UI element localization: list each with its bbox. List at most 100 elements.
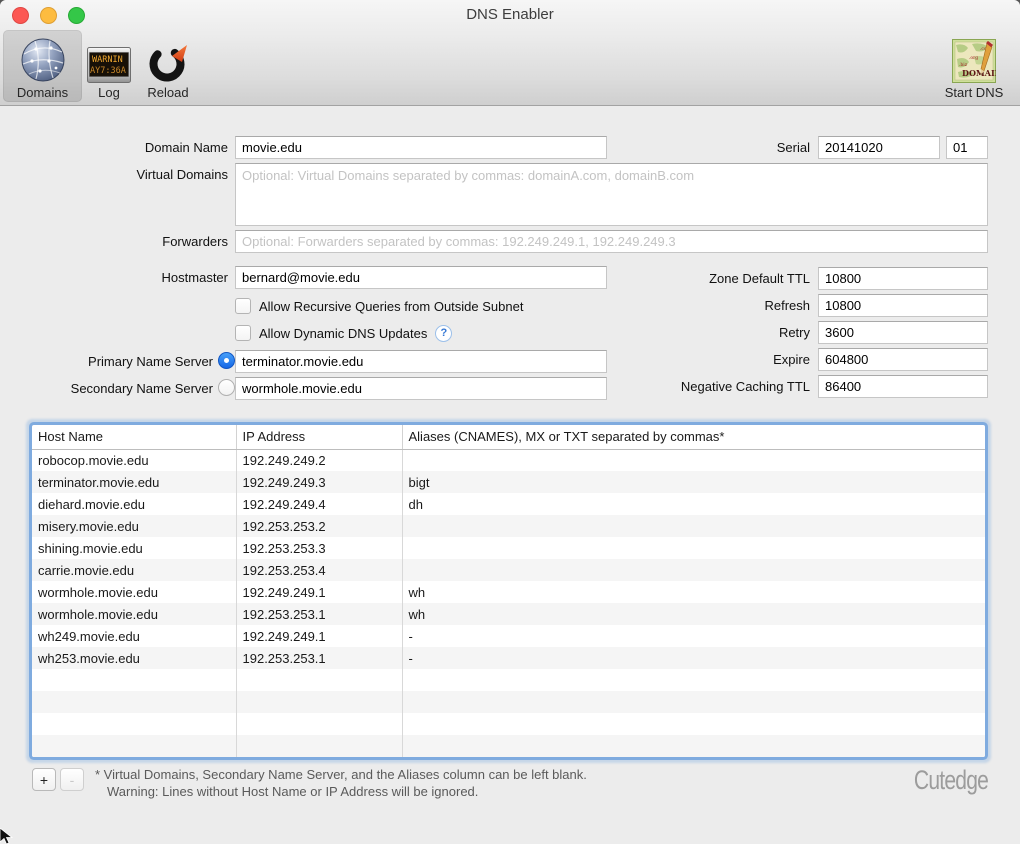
expire-input[interactable]: [818, 348, 988, 371]
table-cell[interactable]: [402, 735, 985, 757]
footnote-line1: * Virtual Domains, Secondary Name Server…: [95, 766, 587, 783]
negative-caching-ttl-input[interactable]: [818, 375, 988, 398]
table-cell[interactable]: 192.253.253.4: [236, 559, 402, 581]
table-cell[interactable]: 192.253.253.1: [236, 603, 402, 625]
secondary-ns-label: Secondary Name Server: [13, 381, 213, 396]
forwarders-input[interactable]: [235, 230, 988, 253]
table-cell[interactable]: 192.253.253.3: [236, 537, 402, 559]
virtual-domains-textarea[interactable]: [235, 163, 988, 226]
recursive-queries-checkbox[interactable]: [235, 298, 251, 314]
table-cell[interactable]: robocop.movie.edu: [32, 449, 236, 471]
primary-ns-label: Primary Name Server: [13, 354, 213, 369]
virtual-domains-label: Virtual Domains: [28, 167, 228, 182]
table-cell[interactable]: 192.249.249.4: [236, 493, 402, 515]
table-cell[interactable]: wh249.movie.edu: [32, 625, 236, 647]
table-cell[interactable]: [402, 559, 985, 581]
forwarders-label: Forwarders: [28, 234, 228, 249]
table-row[interactable]: [32, 669, 985, 691]
table-cell[interactable]: wh253.movie.edu: [32, 647, 236, 669]
table-cell[interactable]: misery.movie.edu: [32, 515, 236, 537]
table-cell[interactable]: diehard.movie.edu: [32, 493, 236, 515]
table-row[interactable]: diehard.movie.edu192.249.249.4dh: [32, 493, 985, 515]
table-row[interactable]: misery.movie.edu192.253.253.2: [32, 515, 985, 537]
refresh-input[interactable]: [818, 294, 988, 317]
toolbar-label-log: Log: [98, 85, 120, 102]
circular-reload-arrow-icon: [146, 39, 190, 83]
primary-ns-input[interactable]: [235, 350, 607, 373]
table-cell[interactable]: bigt: [402, 471, 985, 493]
column-header-host-name[interactable]: Host Name: [32, 425, 236, 449]
help-button[interactable]: ?: [435, 325, 452, 342]
dynamic-dns-label: Allow Dynamic DNS Updates: [259, 326, 427, 341]
table-row[interactable]: [32, 735, 985, 757]
table-cell[interactable]: [402, 669, 985, 691]
table-cell[interactable]: 192.253.253.2: [236, 515, 402, 537]
table-cell[interactable]: 192.249.249.1: [236, 625, 402, 647]
table-cell[interactable]: [236, 669, 402, 691]
table-row[interactable]: [32, 691, 985, 713]
table-cell[interactable]: wh: [402, 581, 985, 603]
table-cell[interactable]: [32, 691, 236, 713]
add-row-button[interactable]: +: [32, 768, 56, 791]
remove-row-button: -: [60, 768, 84, 791]
primary-ns-radio[interactable]: [218, 352, 235, 369]
table-row[interactable]: robocop.movie.edu192.249.249.2: [32, 449, 985, 471]
zone-default-ttl-input[interactable]: [818, 267, 988, 290]
table-cell[interactable]: carrie.movie.edu: [32, 559, 236, 581]
table-cell[interactable]: 192.249.249.2: [236, 449, 402, 471]
serial-revision-input[interactable]: [946, 136, 988, 159]
table-cell[interactable]: [32, 735, 236, 757]
toolbar-button-reload[interactable]: Reload: [136, 30, 200, 102]
table-header-row: Host Name IP Address Aliases (CNAMES), M…: [32, 425, 985, 449]
table-row[interactable]: wormhole.movie.edu192.253.253.1wh: [32, 603, 985, 625]
toolbar-button-start-dns[interactable]: .com .org .biz DOMAIN Start DNS: [934, 30, 1014, 102]
domain-map-pencil-icon: .com .org .biz DOMAIN: [952, 39, 996, 83]
table-cell[interactable]: dh: [402, 493, 985, 515]
mouse-cursor: [0, 828, 14, 844]
table-row[interactable]: terminator.movie.edu192.249.249.3bigt: [32, 471, 985, 493]
table-row[interactable]: carrie.movie.edu192.253.253.4: [32, 559, 985, 581]
table-cell[interactable]: -: [402, 647, 985, 669]
negative-caching-ttl-label: Negative Caching TTL: [560, 379, 810, 394]
table-cell[interactable]: [236, 713, 402, 735]
table-cell[interactable]: [236, 735, 402, 757]
host-table[interactable]: Host Name IP Address Aliases (CNAMES), M…: [32, 425, 985, 757]
table-cell[interactable]: terminator.movie.edu: [32, 471, 236, 493]
table-row[interactable]: shining.movie.edu192.253.253.3: [32, 537, 985, 559]
table-row[interactable]: wh253.movie.edu192.253.253.1-: [32, 647, 985, 669]
table-cell[interactable]: [402, 449, 985, 471]
table-cell[interactable]: wormhole.movie.edu: [32, 603, 236, 625]
toolbar-button-domains[interactable]: Domains: [3, 30, 82, 102]
table-cell[interactable]: 192.253.253.1: [236, 647, 402, 669]
table-cell[interactable]: 192.249.249.1: [236, 581, 402, 603]
column-header-ip-address[interactable]: IP Address: [236, 425, 402, 449]
table-cell[interactable]: shining.movie.edu: [32, 537, 236, 559]
retry-input[interactable]: [818, 321, 988, 344]
secondary-ns-input[interactable]: [235, 377, 607, 400]
globe-network-icon: [20, 37, 66, 83]
table-cell[interactable]: [32, 713, 236, 735]
table-cell[interactable]: [402, 691, 985, 713]
domain-name-input[interactable]: [235, 136, 607, 159]
table-cell[interactable]: wormhole.movie.edu: [32, 581, 236, 603]
table-cell[interactable]: [32, 669, 236, 691]
serial-input[interactable]: [818, 136, 940, 159]
serial-label: Serial: [610, 140, 810, 155]
table-cell[interactable]: -: [402, 625, 985, 647]
table-cell[interactable]: [402, 515, 985, 537]
secondary-ns-radio[interactable]: [218, 379, 235, 396]
table-cell[interactable]: [236, 691, 402, 713]
table-cell[interactable]: [402, 713, 985, 735]
table-row[interactable]: [32, 713, 985, 735]
column-header-aliases[interactable]: Aliases (CNAMES), MX or TXT separated by…: [402, 425, 985, 449]
footnote-line2: Warning: Lines without Host Name or IP A…: [95, 783, 587, 800]
dynamic-dns-checkbox[interactable]: [235, 325, 251, 341]
table-row[interactable]: wh249.movie.edu192.249.249.1-: [32, 625, 985, 647]
table-cell[interactable]: 192.249.249.3: [236, 471, 402, 493]
hostmaster-input[interactable]: [235, 266, 607, 289]
toolbar-button-log[interactable]: WARNIN AY7:36A Log: [86, 30, 132, 102]
table-cell[interactable]: wh: [402, 603, 985, 625]
table-row[interactable]: wormhole.movie.edu192.249.249.1wh: [32, 581, 985, 603]
domain-name-label: Domain Name: [28, 140, 228, 155]
table-cell[interactable]: [402, 537, 985, 559]
